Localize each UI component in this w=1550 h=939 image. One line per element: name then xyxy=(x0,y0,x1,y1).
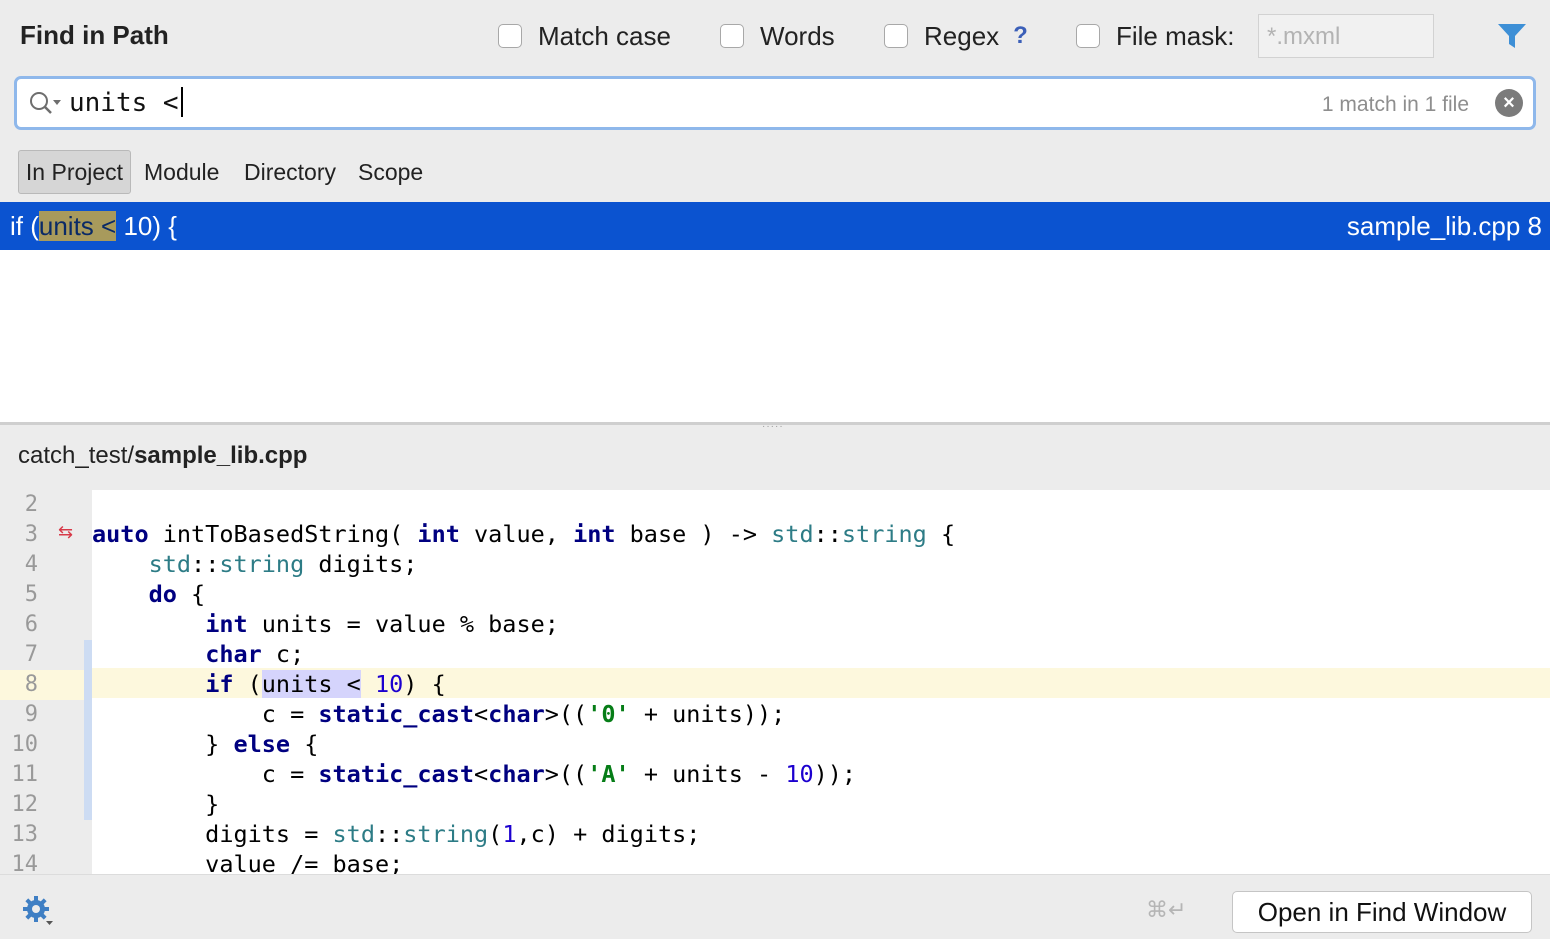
code-line: digits = std::string(1,c) + digits; xyxy=(92,820,701,848)
filter-icon[interactable] xyxy=(1496,22,1528,50)
search-field[interactable]: units < 1 match in 1 file × xyxy=(14,76,1536,130)
code-preview[interactable]: auto intToBasedString( int value, int ba… xyxy=(92,490,1550,874)
line-number: 7 xyxy=(24,642,38,667)
tab-scope[interactable]: Scope xyxy=(358,150,423,194)
match-case-option[interactable]: Match case xyxy=(498,20,671,52)
code-line: c = static_cast<char>(('A' + units - 10)… xyxy=(92,760,857,788)
words-option[interactable]: Words xyxy=(720,20,835,52)
code-line: int units = value % base; xyxy=(205,610,559,638)
regex-label: Regex xyxy=(924,20,1000,51)
tab-module[interactable]: Module xyxy=(144,150,219,194)
code-line: std::string digits; xyxy=(148,550,418,578)
words-label: Words xyxy=(760,20,835,51)
line-number: 2 xyxy=(24,492,38,517)
code-line: do { xyxy=(148,580,206,608)
gear-icon[interactable] xyxy=(22,895,54,927)
change-marker-bar xyxy=(84,640,92,820)
clear-search-icon[interactable]: × xyxy=(1495,89,1523,117)
code-line: } xyxy=(92,790,220,818)
splitter-grip-icon[interactable]: ····· xyxy=(762,421,784,432)
file-mask-checkbox[interactable] xyxy=(1076,24,1100,48)
footer-bar: ⌘↵ Open in Find Window xyxy=(0,874,1550,939)
open-in-find-window-button[interactable]: Open in Find Window xyxy=(1232,891,1532,933)
code-line: } else { xyxy=(92,730,319,758)
regex-help-link[interactable]: ? xyxy=(1013,22,1028,50)
code-line: c = static_cast<char>(('0' + units)); xyxy=(92,700,786,728)
dialog-title: Find in Path xyxy=(20,20,169,50)
line-number: 3 xyxy=(24,522,38,547)
result-line-text: if (units < 10) { xyxy=(10,211,177,241)
code-line: auto intToBasedString( int value, int ba… xyxy=(92,520,956,548)
line-number: 12 xyxy=(11,792,39,817)
file-mask-label: File mask: xyxy=(1116,20,1235,51)
line-number: 6 xyxy=(24,612,38,637)
code-match-highlight: units < xyxy=(261,670,361,698)
results-list[interactable]: if (units < 10) { sample_lib.cpp 8 xyxy=(0,202,1550,422)
result-file-location: sample_lib.cpp 8 xyxy=(1346,211,1542,241)
words-checkbox[interactable] xyxy=(720,24,744,48)
preview-file-path: catch_test/sample_lib.cpp xyxy=(18,442,308,469)
file-mask-input[interactable]: *.mxml xyxy=(1258,14,1434,58)
code-line: char c; xyxy=(205,640,305,668)
result-row[interactable]: if (units < 10) { sample_lib.cpp 8 xyxy=(0,202,1550,250)
line-number: 4 xyxy=(24,552,38,577)
regex-checkbox[interactable] xyxy=(884,24,908,48)
match-count: 1 match in 1 file xyxy=(1321,93,1469,116)
line-number-gutter: 2 3 4 5 6 7 8 9 10 11 12 13 14 xyxy=(0,490,92,877)
tab-directory[interactable]: Directory xyxy=(244,150,336,194)
search-history-icon[interactable] xyxy=(27,89,63,117)
line-number: 5 xyxy=(24,582,38,607)
regex-option[interactable]: Regex ? xyxy=(884,20,1028,52)
line-number: 11 xyxy=(11,762,39,787)
line-number: 13 xyxy=(11,822,39,847)
line-number: 8 xyxy=(24,672,38,697)
file-mask-option[interactable]: File mask: xyxy=(1076,20,1234,52)
match-case-label: Match case xyxy=(538,20,671,51)
overrides-icon[interactable]: ⇆ xyxy=(58,522,73,543)
match-case-checkbox[interactable] xyxy=(498,24,522,48)
code-line: if (units < 10) { xyxy=(205,670,446,698)
open-shortcut-hint: ⌘↵ xyxy=(1146,897,1187,922)
code-line: value /= base; xyxy=(92,850,404,874)
tab-in-project[interactable]: In Project xyxy=(18,150,131,194)
line-number: 9 xyxy=(24,702,38,727)
line-number: 10 xyxy=(11,732,39,757)
search-input[interactable]: units < xyxy=(69,87,183,118)
result-match-highlight: units < xyxy=(38,211,117,241)
